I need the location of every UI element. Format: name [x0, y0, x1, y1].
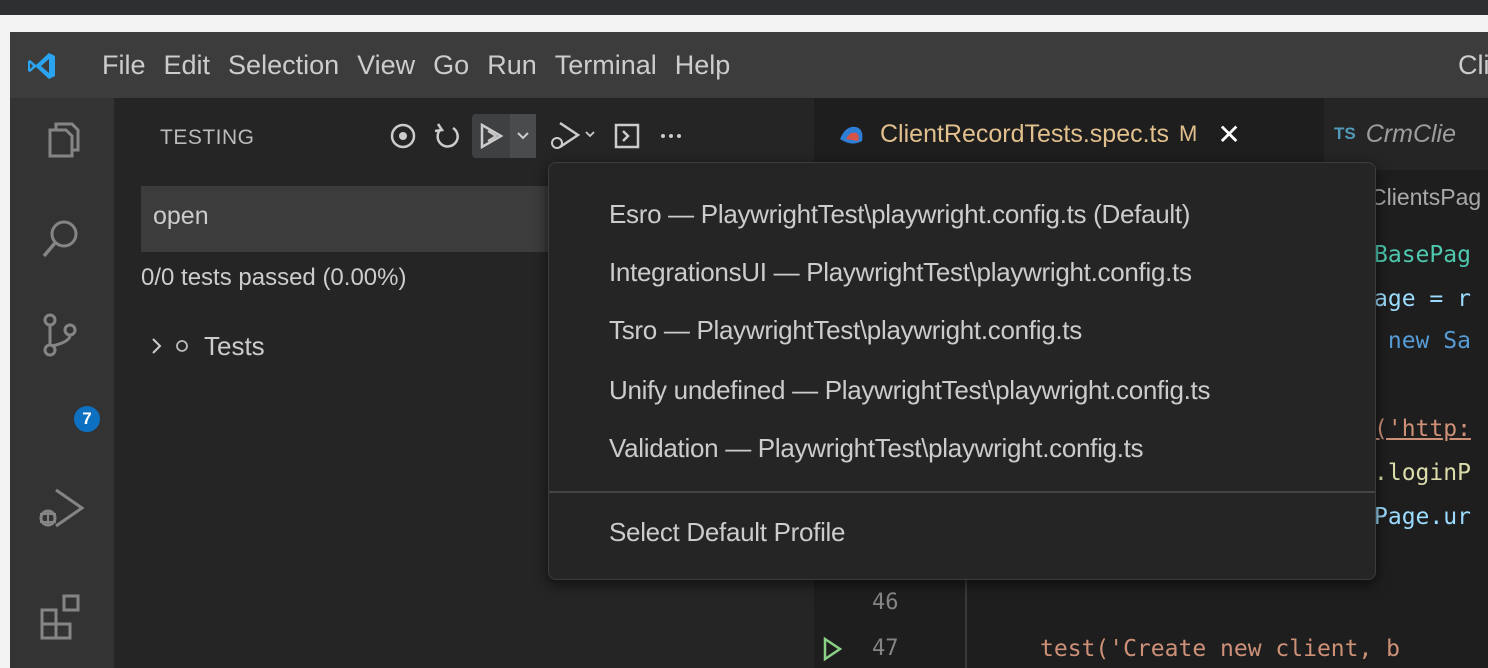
search-icon[interactable]: [34, 212, 88, 266]
menu-bar: File Edit Selection View Go Run Terminal…: [102, 32, 748, 98]
line-number: 47: [872, 636, 899, 661]
vscode-logo-icon: [28, 53, 55, 79]
chevron-right-icon: [152, 338, 162, 354]
menu-edit[interactable]: Edit: [164, 50, 229, 81]
code-line: ('http:: [1374, 416, 1471, 442]
vscode-window: File Edit Selection View Go Run Terminal…: [10, 32, 1488, 668]
code-line: Page.ur: [1374, 504, 1471, 530]
outer-left-gap: [0, 32, 10, 668]
menu-selection[interactable]: Selection: [228, 50, 357, 81]
source-control-icon[interactable]: [34, 308, 88, 362]
code-line: .loginP: [1374, 460, 1471, 486]
tab-client-record-tests[interactable]: ClientRecordTests.spec.ts M ✕: [814, 98, 1324, 170]
run-tests-button[interactable]: [472, 117, 510, 155]
run-debug-icon[interactable]: [34, 482, 88, 536]
run-tests-group: [472, 114, 536, 158]
close-icon[interactable]: ✕: [1217, 118, 1240, 151]
modified-indicator: M: [1179, 121, 1198, 146]
show-output-button[interactable]: [384, 117, 422, 155]
menu-item-unify-undefined[interactable]: Unify undefined — PlaywrightTest\playwri…: [609, 375, 1210, 406]
code-line: new Sa: [1374, 328, 1471, 354]
chevron-down-icon: [517, 132, 529, 140]
source-control-badge: 7: [72, 404, 102, 434]
extensions-icon[interactable]: [34, 590, 88, 644]
code-line: BasePag: [1374, 242, 1471, 268]
menu-item-tsro[interactable]: Tsro — PlaywrightTest\playwright.config.…: [609, 315, 1082, 346]
menu-item-integrationsui[interactable]: IntegrationsUI — PlaywrightTest\playwrig…: [609, 257, 1192, 288]
breadcrumb[interactable]: ClientsPag: [1370, 184, 1481, 211]
more-icon: [661, 134, 681, 138]
menu-file[interactable]: File: [102, 50, 164, 81]
tab-crm-client[interactable]: TS CrmClie: [1334, 98, 1456, 170]
menu-separator: [549, 491, 1375, 493]
sidebar-title: TESTING: [160, 126, 255, 149]
typescript-icon: TS: [1334, 124, 1356, 143]
run-test-icon[interactable]: [820, 636, 844, 662]
line-number: 46: [872, 590, 899, 615]
menu-item-select-default-profile[interactable]: Select Default Profile: [609, 517, 845, 548]
menu-help[interactable]: Help: [675, 50, 749, 81]
tab-label: CrmClie: [1365, 119, 1457, 148]
explorer-icon[interactable]: [34, 116, 88, 170]
outer-gap: [0, 15, 1488, 32]
more-actions-button[interactable]: [652, 117, 690, 155]
tree-item-label: Tests: [204, 330, 265, 361]
code-line-test: test('Create new client, b: [1040, 636, 1401, 662]
refresh-tests-button[interactable]: [428, 117, 466, 155]
run-tests-icon: [480, 122, 504, 150]
debug-tests-button[interactable]: [544, 117, 602, 155]
show-output-icon: [390, 123, 416, 149]
playwright-icon: [840, 126, 863, 144]
test-status-icon: [176, 340, 188, 352]
open-terminal-icon: [614, 123, 640, 149]
tree-item-tests[interactable]: Tests: [148, 326, 265, 366]
refresh-icon: [434, 123, 459, 148]
window-title: Cli: [1458, 50, 1488, 80]
activity-bar: 7: [10, 98, 114, 668]
outer-top-strip: [0, 0, 1488, 15]
menu-item-validation[interactable]: Validation — PlaywrightTest\playwright.c…: [609, 433, 1144, 464]
run-profile-dropdown[interactable]: [510, 114, 536, 158]
menu-view[interactable]: View: [357, 50, 433, 81]
test-summary: 0/0 tests passed (0.00%): [141, 264, 407, 291]
code-line: age = r: [1374, 286, 1471, 312]
menu-terminal[interactable]: Terminal: [555, 50, 675, 81]
menu-go[interactable]: Go: [433, 50, 487, 81]
editor-tabs: ClientRecordTests.spec.ts M ✕ TS CrmClie: [814, 98, 1488, 170]
debug-tests-icon: [551, 121, 595, 149]
run-profile-menu: Esro — PlaywrightTest\playwright.config.…: [548, 162, 1376, 580]
title-bar: File Edit Selection View Go Run Terminal…: [10, 32, 1488, 98]
sidebar-actions: [384, 112, 696, 160]
menu-run[interactable]: Run: [487, 50, 555, 81]
menu-item-esro[interactable]: Esro — PlaywrightTest\playwright.config.…: [609, 199, 1190, 230]
tab-label: ClientRecordTests.spec.ts: [880, 119, 1170, 148]
open-terminal-button[interactable]: [608, 117, 646, 155]
